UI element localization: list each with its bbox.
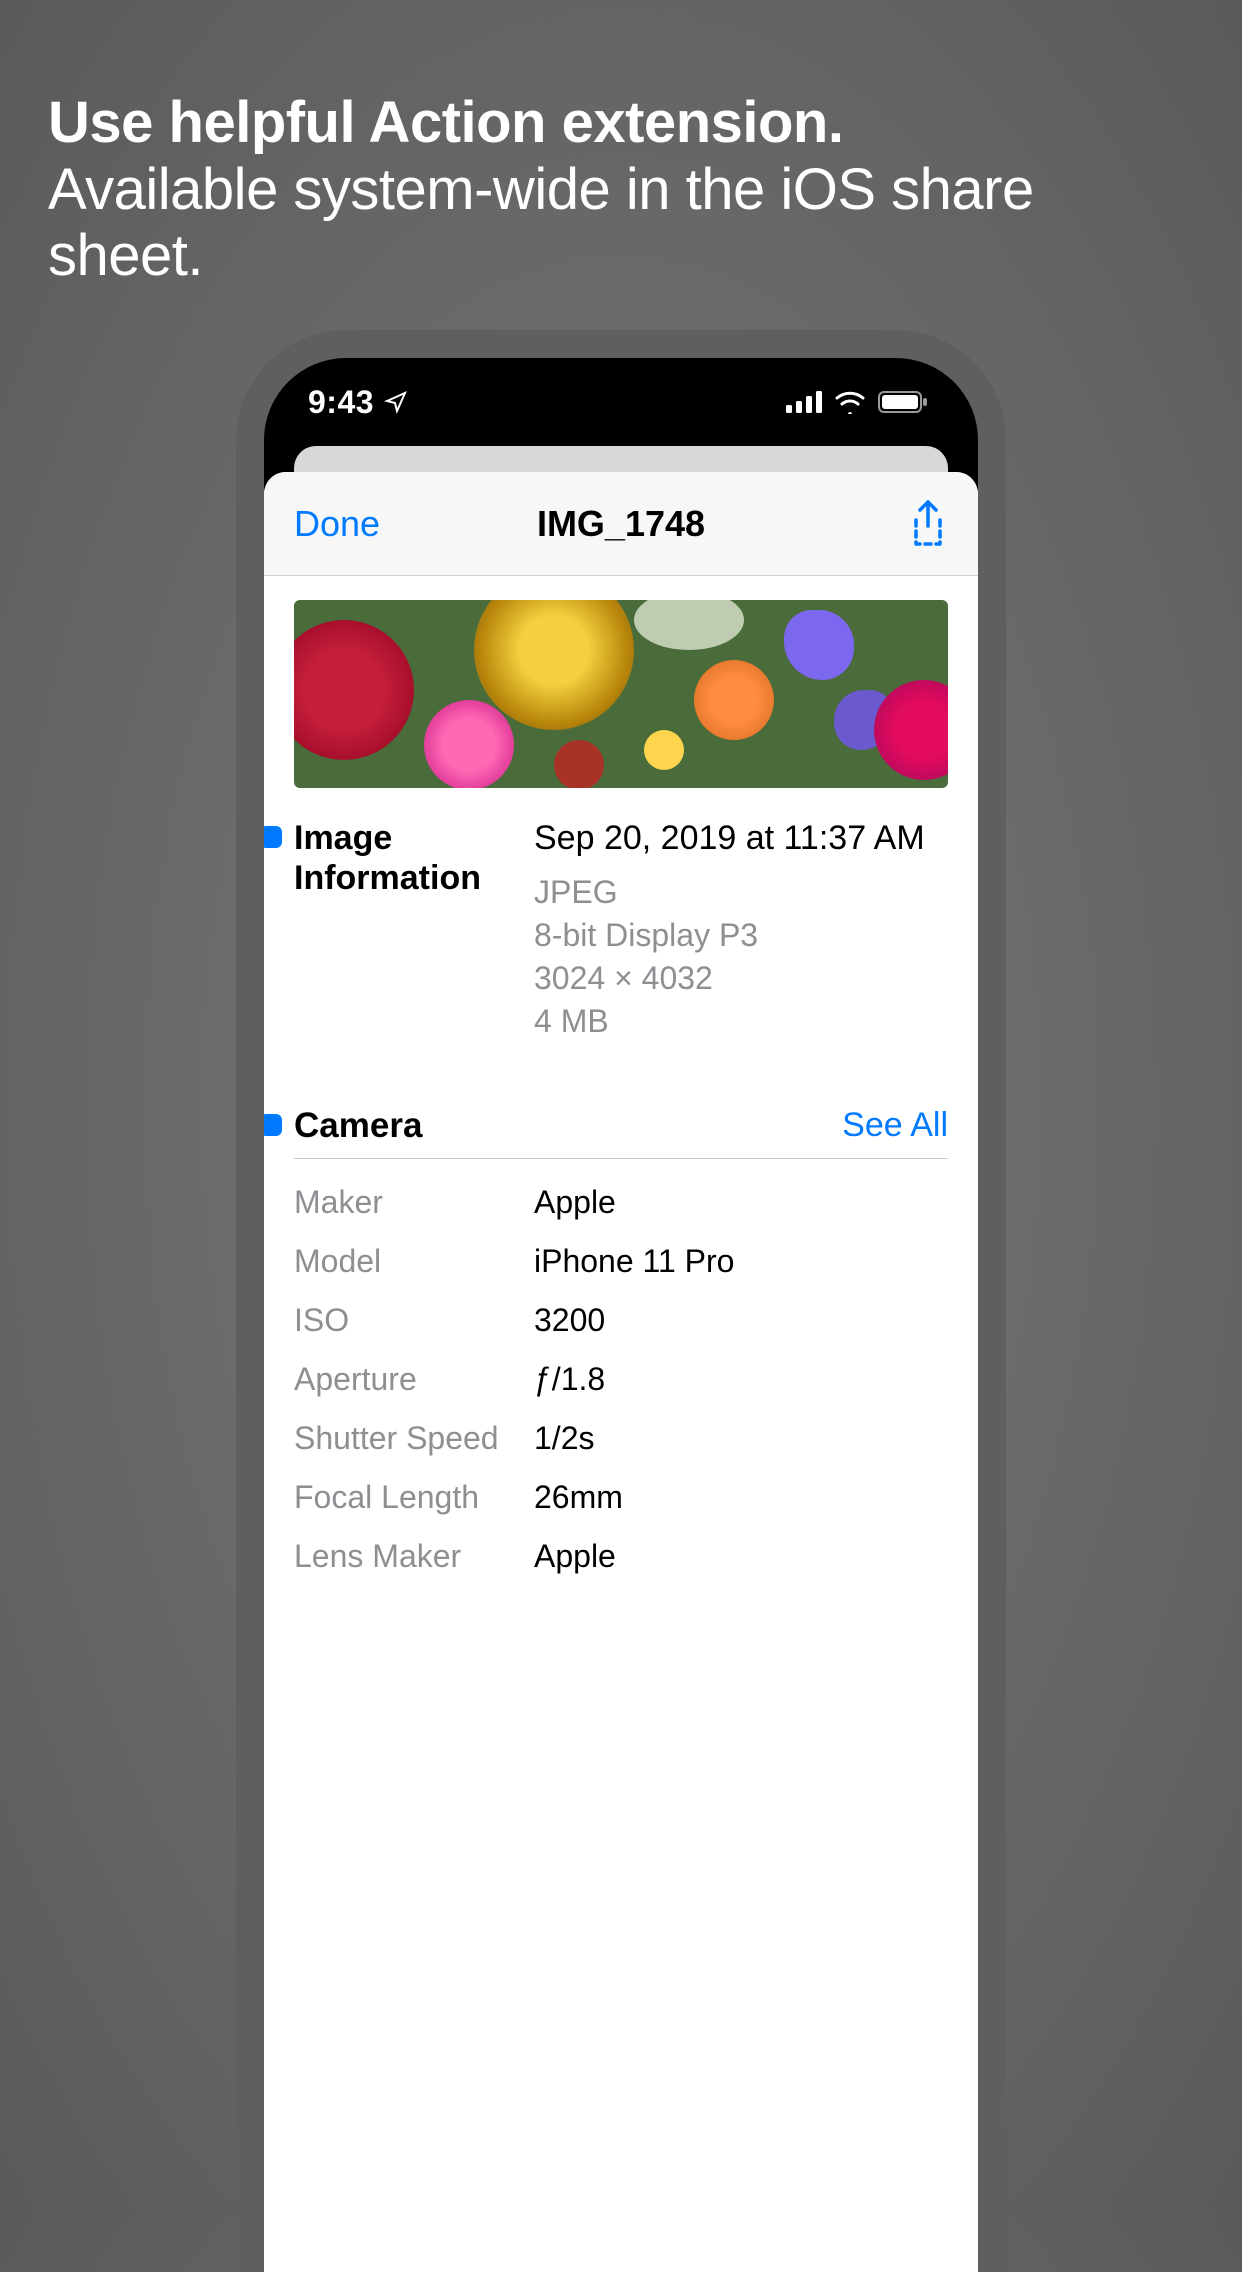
phone-frame: 9:43 xyxy=(236,330,1006,2272)
table-row: Focal Length 26mm xyxy=(294,1468,948,1527)
status-time: 9:43 xyxy=(308,384,374,421)
location-icon xyxy=(384,390,408,414)
battery-icon xyxy=(878,390,928,414)
row-label-focal: Focal Length xyxy=(294,1479,534,1516)
camera-section-title: Camera xyxy=(294,1106,422,1146)
row-label-model: Model xyxy=(294,1243,534,1280)
promo-text: Use helpful Action extension. Available … xyxy=(0,0,1242,290)
row-label-lensmaker: Lens Maker xyxy=(294,1538,534,1575)
promo-subline: Available system-wide in the iOS share s… xyxy=(48,157,1194,290)
row-label-iso: ISO xyxy=(294,1302,534,1339)
table-row: Aperture ƒ/1.8 xyxy=(294,1350,948,1409)
image-thumbnail[interactable] xyxy=(294,600,948,788)
row-value-shutter: 1/2s xyxy=(534,1420,594,1457)
row-value-maker: Apple xyxy=(534,1184,616,1221)
table-row: ISO 3200 xyxy=(294,1291,948,1350)
done-button[interactable]: Done xyxy=(294,503,414,545)
row-value-aperture: ƒ/1.8 xyxy=(534,1361,605,1398)
image-format: JPEG xyxy=(534,871,948,914)
wifi-icon xyxy=(834,390,866,414)
table-row: Maker Apple xyxy=(294,1173,948,1232)
phone-screen: 9:43 xyxy=(264,358,978,2272)
see-all-button[interactable]: See All xyxy=(842,1106,948,1145)
share-sheet: Done IMG_1748 xyxy=(264,472,978,2272)
table-row: Lens Maker Apple xyxy=(294,1527,948,1586)
share-icon[interactable] xyxy=(908,500,948,548)
section-badge xyxy=(264,1114,282,1136)
image-datetime: Sep 20, 2019 at 11:37 AM xyxy=(534,818,948,859)
cellular-icon xyxy=(786,391,822,413)
nav-bar: Done IMG_1748 xyxy=(264,472,978,576)
row-label-maker: Maker xyxy=(294,1184,534,1221)
image-dimensions: 3024 × 4032 xyxy=(534,957,948,1000)
section-badge xyxy=(264,826,282,848)
table-row: Model iPhone 11 Pro xyxy=(294,1232,948,1291)
camera-section-header: Camera See All xyxy=(294,1106,948,1159)
background-sheet xyxy=(294,446,948,472)
row-value-focal: 26mm xyxy=(534,1479,623,1516)
row-value-iso: 3200 xyxy=(534,1302,605,1339)
image-info-label: Image Information xyxy=(294,818,534,898)
table-row: Shutter Speed 1/2s xyxy=(294,1409,948,1468)
row-label-aperture: Aperture xyxy=(294,1361,534,1398)
phone-mockup: 9:43 xyxy=(236,330,1006,2272)
row-value-model: iPhone 11 Pro xyxy=(534,1243,734,1280)
status-bar: 9:43 xyxy=(264,358,978,446)
row-value-lensmaker: Apple xyxy=(534,1538,616,1575)
image-color-profile: 8-bit Display P3 xyxy=(534,914,948,957)
page-title: IMG_1748 xyxy=(414,503,828,545)
promo-headline: Use helpful Action extension. xyxy=(48,90,1194,157)
image-filesize: 4 MB xyxy=(534,1000,948,1043)
row-label-shutter: Shutter Speed xyxy=(294,1420,534,1457)
camera-rows: Maker Apple Model iPhone 11 Pro ISO 3200 xyxy=(294,1159,948,1586)
